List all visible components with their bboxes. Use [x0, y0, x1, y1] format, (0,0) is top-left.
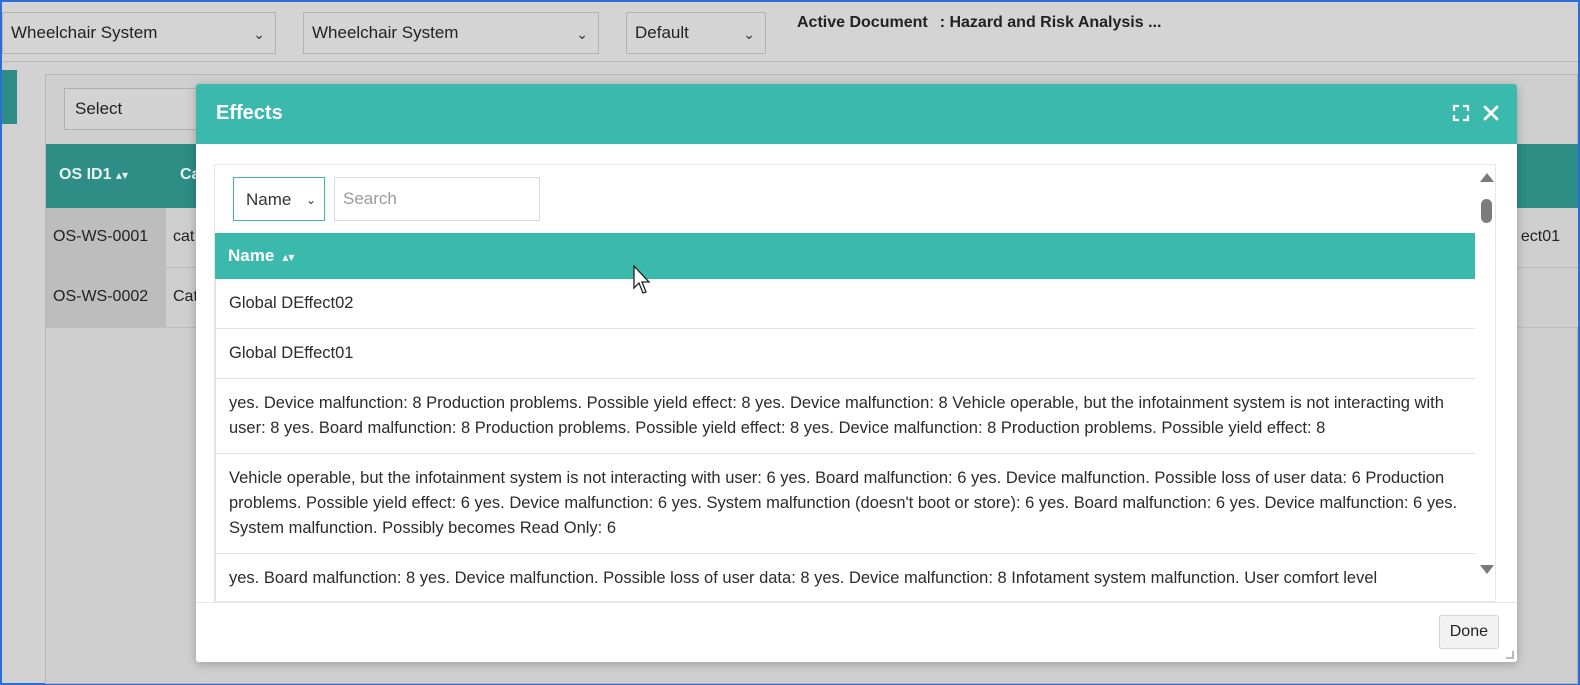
- chevron-down-icon: ⌄: [576, 26, 588, 42]
- list-item[interactable]: yes. Device malfunction: 8 Production pr…: [215, 379, 1475, 454]
- mouse-cursor-icon: [633, 265, 651, 294]
- list-item[interactable]: Global DEffect02: [215, 279, 1475, 329]
- sort-icon: ▴▾: [115, 168, 128, 182]
- grid-header-name[interactable]: Name ▴▾: [215, 233, 1475, 279]
- active-document-label: Active Document: [797, 14, 928, 31]
- system-select-2-value: Wheelchair System: [312, 23, 459, 42]
- panel-select-label: Select: [75, 99, 123, 118]
- grid-header-name-label: Name: [228, 246, 275, 265]
- column-header-os-id-label: OS ID1: [59, 166, 112, 183]
- system-select-1[interactable]: Wheelchair System ⌄: [2, 12, 276, 54]
- profile-select[interactable]: Default ⌄: [626, 12, 766, 54]
- list-item[interactable]: Global DEffect01: [215, 329, 1475, 379]
- profile-select-value: Default: [635, 23, 689, 42]
- vertical-scrollbar[interactable]: [1475, 165, 1495, 601]
- dialog-header: Effects: [196, 84, 1517, 144]
- search-input[interactable]: [334, 177, 540, 221]
- sort-icon: ▴▾: [282, 250, 295, 264]
- resize-grip-icon[interactable]: [1506, 651, 1514, 659]
- row-id-cell: OS-WS-0002: [46, 268, 166, 327]
- sidebar-toggle-tab[interactable]: [2, 70, 17, 124]
- scroll-down-arrow-icon[interactable]: [1480, 565, 1494, 574]
- filter-field-select[interactable]: Name ⌄: [233, 177, 325, 221]
- row-id-cell: OS-WS-0001: [46, 208, 166, 267]
- scroll-thumb[interactable]: [1481, 199, 1492, 223]
- chevron-down-icon: ⌄: [253, 26, 265, 42]
- list-item[interactable]: Vehicle operable, but the infotainment s…: [215, 454, 1475, 554]
- scroll-up-arrow-icon[interactable]: [1480, 173, 1494, 182]
- dialog-title: Effects: [216, 102, 283, 124]
- list-item[interactable]: yes. Board malfunction: 8 yes. Device ma…: [215, 554, 1475, 601]
- row-effect-cell: ect01: [1520, 228, 1560, 245]
- active-document: Active Document : Hazard and Risk Analysi…: [797, 14, 1161, 32]
- filter-field-value: Name: [246, 190, 292, 209]
- system-select-1-value: Wheelchair System: [11, 23, 158, 42]
- chevron-down-icon: ⌄: [743, 26, 755, 42]
- done-button[interactable]: Done: [1438, 615, 1499, 649]
- chevron-down-icon: ⌄: [305, 193, 316, 207]
- effects-grid: Name ▴▾ Global DEffect02 Global DEffect01…: [215, 233, 1475, 601]
- column-header-os-id[interactable]: OS ID1 ▴▾: [59, 166, 128, 184]
- maximize-icon[interactable]: [1452, 104, 1472, 124]
- effects-dialog: Effects Name ⌄ Name ▴▾ Global DEffect02 G…: [196, 84, 1517, 662]
- dialog-footer: Done: [196, 602, 1517, 662]
- system-select-2[interactable]: Wheelchair System ⌄: [303, 12, 599, 54]
- dialog-body: Name ⌄ Name ▴▾ Global DEffect02 Global DE…: [214, 164, 1496, 602]
- active-document-value: : Hazard and Risk Analysis ...: [939, 14, 1162, 31]
- close-icon[interactable]: [1482, 104, 1502, 124]
- top-toolbar: Wheelchair System ⌄ Wheelchair System ⌄ …: [2, 2, 1578, 62]
